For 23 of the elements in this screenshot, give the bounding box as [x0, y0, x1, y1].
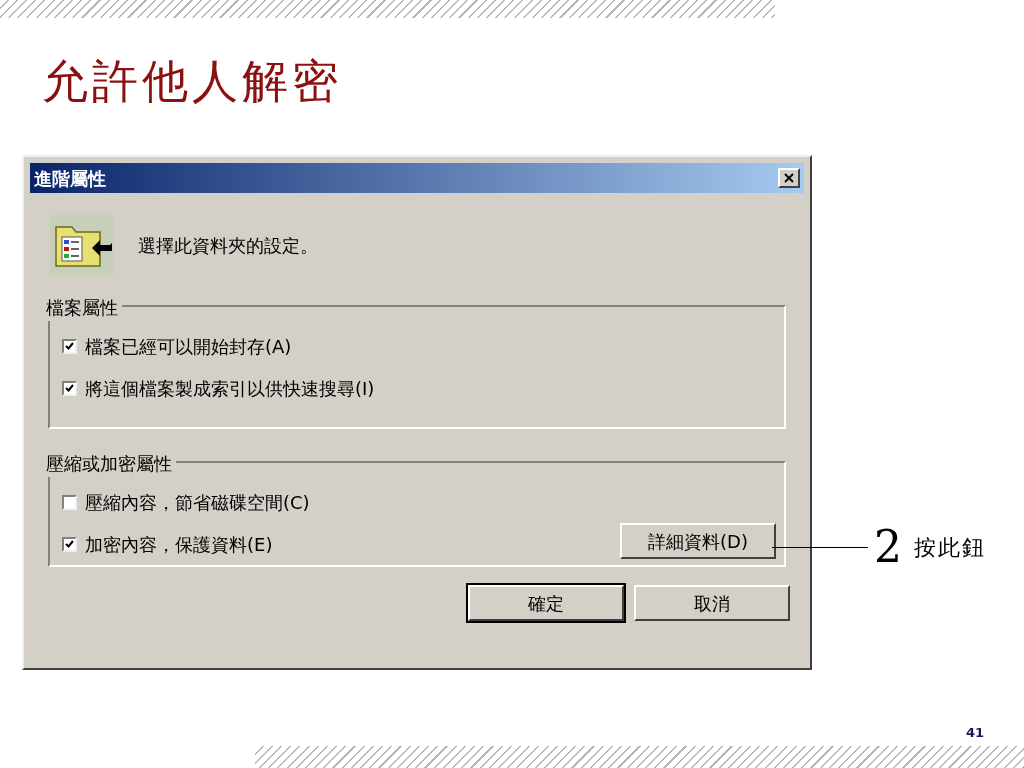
checkbox-label: 加密內容，保護資料(E) — [85, 532, 273, 557]
checkbox[interactable] — [62, 338, 77, 354]
check-icon — [65, 342, 74, 350]
description-text: 選擇此資料夾的設定。 — [138, 233, 318, 258]
check-icon — [65, 384, 74, 392]
slide-title: 允許他人解密 — [42, 53, 342, 110]
close-icon — [784, 173, 794, 183]
checkbox-label: 將這個檔案製成索引以供快速搜尋(I) — [85, 376, 375, 401]
checkbox[interactable] — [62, 494, 77, 510]
dialog-button[interactable]: 確定 — [468, 585, 624, 621]
folder-icon — [50, 215, 114, 275]
page-number: 41 — [965, 723, 984, 742]
close-button[interactable] — [778, 168, 800, 188]
checkbox[interactable] — [62, 536, 77, 552]
details-button[interactable]: 詳細資料(D) — [620, 523, 776, 559]
checkbox[interactable] — [62, 380, 77, 396]
callout-text: 按此鈕 — [914, 533, 986, 562]
checkbox-label: 檔案已經可以開始封存(A) — [85, 334, 292, 359]
step-number: 2 — [874, 522, 902, 572]
window-title: 進階屬性 — [34, 166, 106, 191]
check-icon — [65, 540, 74, 548]
checkbox-label: 壓縮內容，節省磁碟空間(C) — [85, 490, 310, 515]
dialog-button[interactable]: 取消 — [634, 585, 790, 621]
